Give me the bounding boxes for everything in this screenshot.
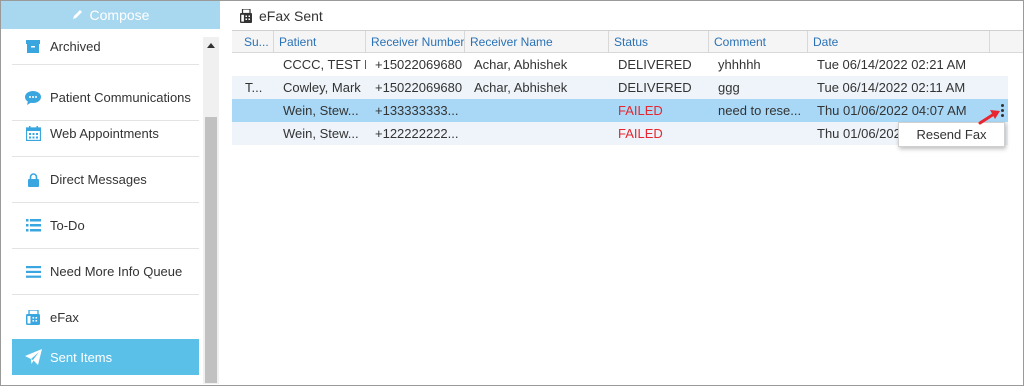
panel-header: eFax Sent xyxy=(240,6,323,26)
compose-label: Compose xyxy=(89,7,150,23)
sidebar-item-label: Direct Messages xyxy=(50,172,147,187)
table-row[interactable]: T... Cowley, Mark +15022069680 Achar, Ab… xyxy=(232,76,1008,99)
table-row[interactable]: Wein, Stew... +122222222... FAILED Thu 0… xyxy=(232,122,1008,145)
cell-receiver-number: +133333333... xyxy=(375,103,459,118)
cell-subject: T... xyxy=(245,80,263,95)
cell-date: Tue 06/14/2022 02:21 AM xyxy=(817,57,967,72)
cell-date: Tue 06/14/2022 02:11 AM xyxy=(817,80,966,95)
cell-status: FAILED xyxy=(618,103,663,118)
cell-receiver-name xyxy=(465,99,609,122)
sidebar-item-efax[interactable]: eFax xyxy=(12,295,199,341)
sidebar: Compose Archived Patient Communications … xyxy=(1,1,221,384)
table-row[interactable]: CCCC, TEST E +15022069680 Achar, Abhishe… xyxy=(232,53,1008,76)
calendar-icon xyxy=(23,124,43,144)
sidebar-item-label: To-Do xyxy=(50,218,85,233)
sidebar-item-label: Archived xyxy=(50,39,101,54)
lock-icon xyxy=(23,170,43,190)
compose-button[interactable]: Compose xyxy=(1,1,220,29)
cell-receiver-number: +122222222... xyxy=(375,126,459,141)
column-header-patient[interactable]: Patient xyxy=(274,31,366,53)
cell-status: DELIVERED xyxy=(618,80,692,95)
cell-subject xyxy=(232,122,274,145)
list-icon xyxy=(23,262,43,282)
sidebar-item-sent-items[interactable]: Sent Items xyxy=(12,339,199,375)
cell-date: Thu 01/06/2022 04:07 AM xyxy=(817,103,967,118)
fax-icon xyxy=(240,9,252,23)
cell-comment: yhhhhh xyxy=(718,57,761,72)
sidebar-item-direct-messages[interactable]: Direct Messages xyxy=(12,157,199,203)
chat-bubble-icon xyxy=(23,88,43,108)
sidebar-item-label: eFax xyxy=(50,310,79,325)
cell-receiver-number: +15022069680 xyxy=(375,57,463,72)
cell-patient: Wein, Stew... xyxy=(283,126,359,141)
pointer-arrow-icon xyxy=(978,110,1000,125)
sidebar-item-need-more-info-queue[interactable]: Need More Info Queue xyxy=(12,249,199,295)
sidebar-item-web-appointments[interactable]: Web Appointments xyxy=(12,111,199,157)
page-title: eFax Sent xyxy=(259,8,323,24)
context-menu: Resend Fax xyxy=(898,122,1005,147)
sidebar-item-label: Sent Items xyxy=(50,349,113,365)
pencil-icon xyxy=(72,8,84,23)
column-header-subject[interactable]: Su... xyxy=(232,31,274,53)
sidebar-item-label: Need More Info Queue xyxy=(50,264,183,279)
fax-icon xyxy=(23,308,43,328)
cell-patient: Cowley, Mark xyxy=(283,80,361,95)
column-header-date[interactable]: Date xyxy=(808,31,990,53)
sidebar-scrollbar[interactable] xyxy=(203,37,219,384)
sidebar-item-label: Web Appointments xyxy=(50,126,159,141)
sidebar-item-label: Patient Communications xyxy=(50,90,191,105)
cell-comment: ggg xyxy=(718,80,740,95)
scrollbar-thumb[interactable] xyxy=(205,117,217,383)
cell-receiver-number: +15022069680 xyxy=(375,80,463,95)
cell-status: DELIVERED xyxy=(618,57,692,72)
archive-box-icon xyxy=(23,37,43,57)
resend-fax-menu-item[interactable]: Resend Fax xyxy=(916,127,986,142)
cell-receiver-name: Achar, Abhishek xyxy=(474,57,568,72)
sidebar-item-archived[interactable]: Archived xyxy=(12,29,199,65)
cell-comment: need to rese... xyxy=(718,103,802,118)
cell-subject xyxy=(232,99,274,122)
column-header-receiver-number[interactable]: Receiver Number xyxy=(366,31,465,53)
main-panel: eFax Sent Su... Patient Receiver Number … xyxy=(232,1,1023,384)
cell-patient: CCCC, TEST E xyxy=(283,57,366,72)
column-header-receiver-name[interactable]: Receiver Name xyxy=(465,31,609,53)
cell-receiver-name: Achar, Abhishek xyxy=(474,80,568,95)
cell-comment xyxy=(709,122,808,145)
column-header-comment[interactable]: Comment xyxy=(709,31,808,53)
cell-patient: Wein, Stew... xyxy=(283,103,359,118)
cell-status: FAILED xyxy=(618,126,663,141)
sidebar-item-to-do[interactable]: To-Do xyxy=(12,203,199,249)
paper-plane-icon xyxy=(23,347,43,367)
table-header: Su... Patient Receiver Number Receiver N… xyxy=(232,31,1023,53)
checklist-icon xyxy=(23,216,43,236)
table-row-selected[interactable]: Wein, Stew... +133333333... FAILED need … xyxy=(232,99,1008,122)
column-header-status[interactable]: Status xyxy=(609,31,709,53)
scroll-up-arrow-icon[interactable] xyxy=(207,43,215,48)
cell-subject xyxy=(232,53,274,76)
cell-receiver-name xyxy=(465,122,609,145)
